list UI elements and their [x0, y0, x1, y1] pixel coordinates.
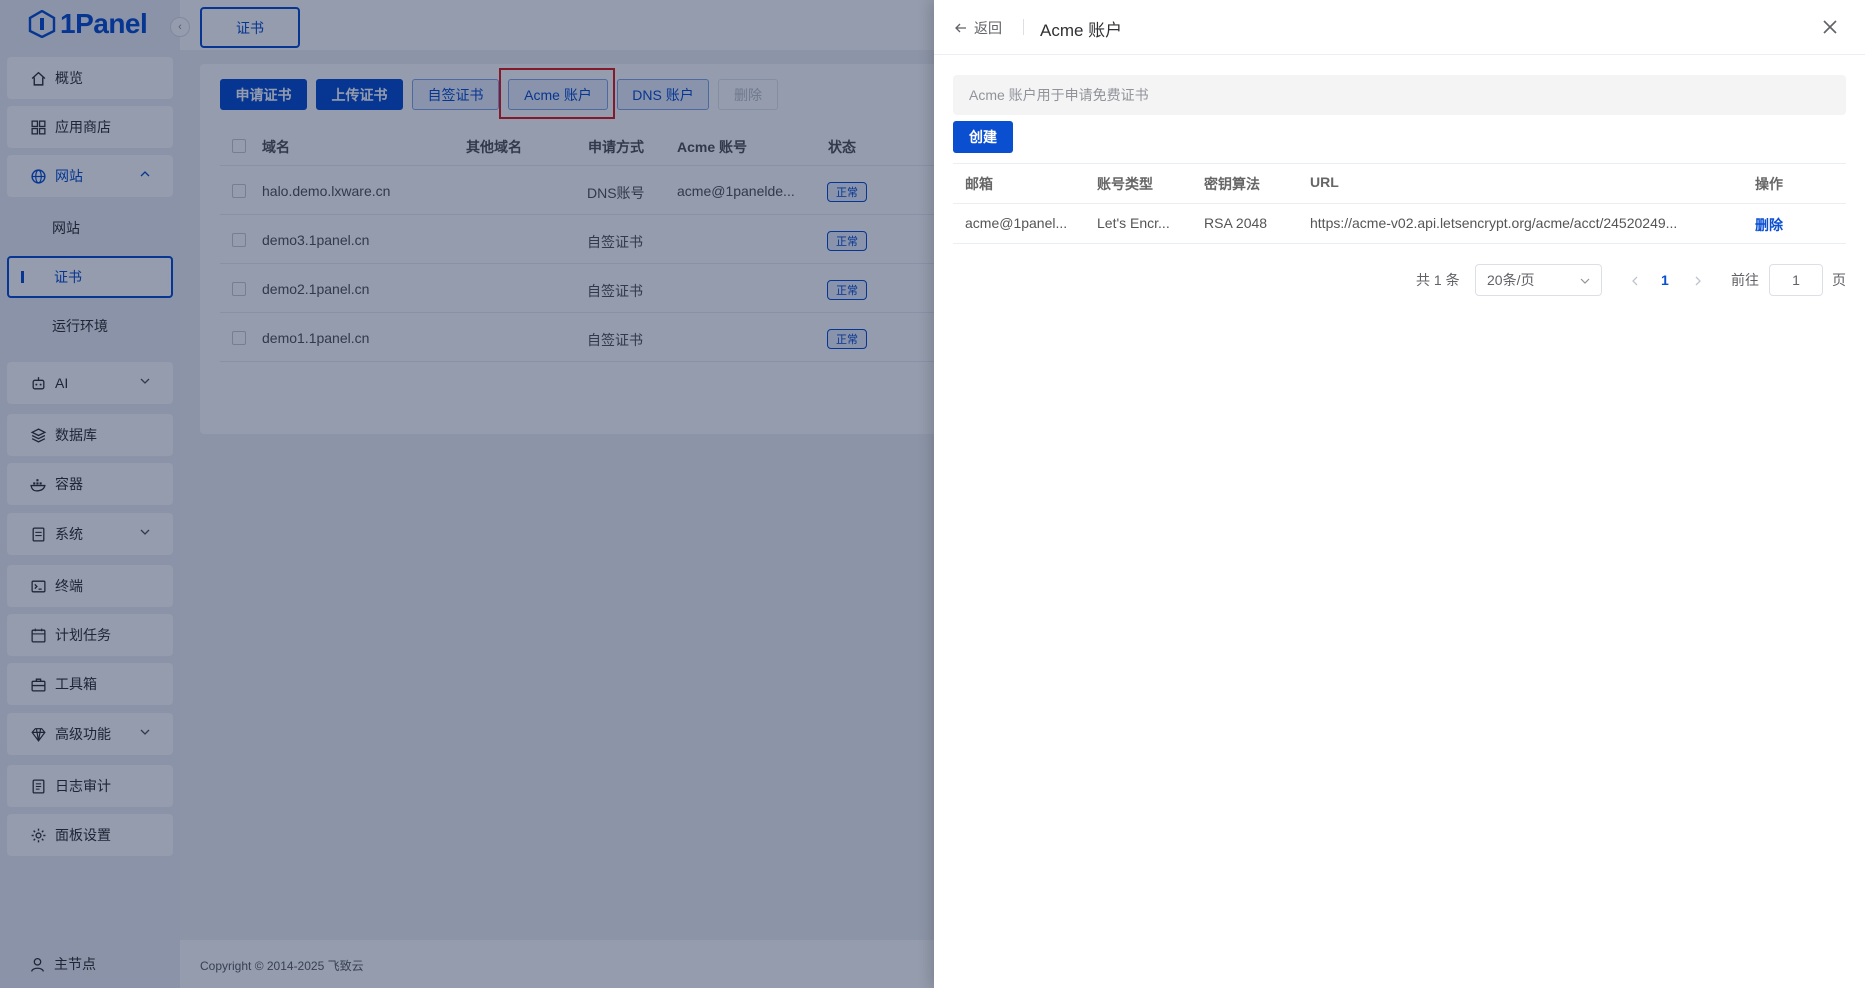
back-label: 返回 [974, 20, 1002, 36]
cell-key-algorithm: RSA 2048 [1204, 215, 1268, 231]
page-size-select[interactable]: 20条/页 [1475, 264, 1602, 296]
modal-overlay[interactable] [0, 0, 934, 988]
info-alert: Acme 账户用于申请免费证书 [953, 75, 1846, 115]
drawer-title: Acme 账户 [1040, 21, 1123, 40]
arrow-left-icon [955, 23, 966, 33]
chevron-down-icon [1580, 278, 1590, 284]
cell-url: https://acme-v02.api.letsencrypt.org/acm… [1310, 215, 1678, 231]
page-suffix: 页 [1832, 272, 1846, 288]
acme-account-drawer: 返回 Acme 账户 Acme 账户用于申请免费证书 创建 邮箱 账号类型 密钥… [934, 0, 1865, 988]
column-header-action: 操作 [1755, 176, 1783, 192]
close-icon[interactable] [1821, 18, 1839, 36]
header-divider [1023, 19, 1024, 35]
pagination-total: 共 1 条 [1416, 272, 1460, 288]
column-header-key-algorithm: 密钥算法 [1204, 176, 1260, 192]
delete-account-link[interactable]: 删除 [1755, 215, 1783, 235]
table-divider [953, 203, 1846, 204]
table-divider [953, 243, 1846, 244]
goto-page-input[interactable] [1769, 264, 1823, 296]
create-button[interactable]: 创建 [953, 121, 1013, 153]
goto-label: 前往 [1731, 272, 1759, 288]
prev-page-icon[interactable] [1629, 275, 1641, 287]
column-header-url: URL [1310, 174, 1339, 190]
cell-email: acme@1panel... [965, 215, 1068, 231]
drawer-header: 返回 Acme 账户 [934, 0, 1865, 55]
table-divider [953, 163, 1846, 164]
cell-account-type: Let's Encr... [1097, 215, 1170, 231]
back-button[interactable]: 返回 [954, 18, 1002, 38]
column-header-account-type: 账号类型 [1097, 176, 1153, 192]
page-size-value: 20条/页 [1487, 272, 1535, 288]
column-header-email: 邮箱 [965, 176, 993, 192]
next-page-icon[interactable] [1692, 275, 1704, 287]
page-number-1[interactable]: 1 [1661, 264, 1669, 296]
